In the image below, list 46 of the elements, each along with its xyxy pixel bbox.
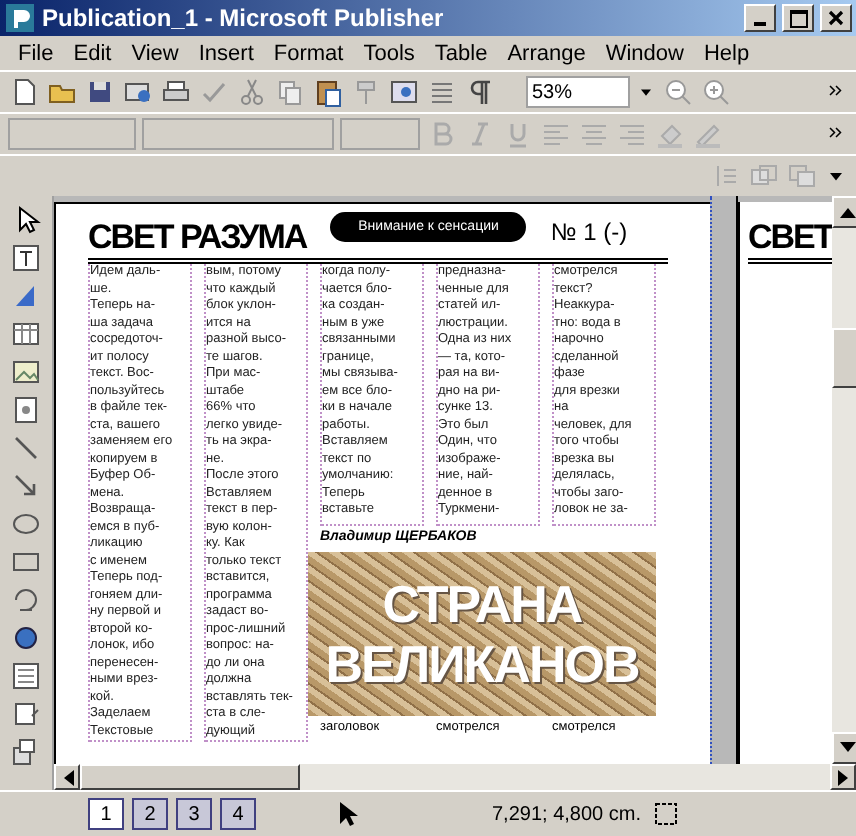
maximize-icon [789, 9, 807, 27]
menu-item[interactable]: File [8, 41, 64, 65]
vertical-scrollbar[interactable] [832, 196, 856, 764]
menu-item[interactable]: View [121, 41, 189, 65]
picture-icon[interactable] [388, 76, 420, 108]
scroll-left-icon[interactable] [61, 769, 73, 785]
menu-item[interactable]: Table [424, 41, 498, 65]
page-tab[interactable]: 4 [220, 798, 256, 830]
scroll-down-icon[interactable] [840, 742, 856, 754]
zoom-in-icon[interactable] [700, 76, 732, 108]
minimize-button[interactable] [744, 4, 776, 32]
scroll-right-icon[interactable] [837, 769, 849, 785]
menu-item[interactable]: Help [693, 41, 760, 65]
scroll-thumb[interactable] [80, 764, 300, 790]
picture-frame-icon[interactable] [10, 356, 42, 388]
horizontal-scrollbar[interactable] [54, 764, 856, 790]
menu-item[interactable]: Arrange [497, 41, 596, 65]
oval-icon[interactable] [10, 508, 42, 540]
menu-item[interactable]: Edit [63, 41, 122, 65]
close-button[interactable] [820, 4, 852, 32]
page-tab[interactable]: 1 [88, 798, 124, 830]
cursor-position: 7,291; 4,800 cm. [492, 803, 641, 825]
headline: СТРАНА [382, 573, 582, 633]
app-icon [4, 2, 36, 34]
scroll-up-icon[interactable] [840, 206, 856, 218]
paste-icon[interactable] [312, 76, 344, 108]
masthead: СВЕТ РАЗУМА [88, 218, 307, 258]
close-icon [828, 10, 844, 26]
maximize-button[interactable] [782, 4, 814, 32]
menu-item[interactable]: Insert [188, 41, 264, 65]
scroll-thumb[interactable] [832, 328, 856, 388]
headline: ВЕЛИКАНОВ [325, 633, 639, 693]
page-tab[interactable]: 2 [132, 798, 168, 830]
page-tab[interactable]: 3 [176, 798, 212, 830]
issue-number: № 1 (-) [550, 218, 628, 246]
table-icon[interactable] [10, 318, 42, 350]
menu-item[interactable]: Window [595, 41, 694, 65]
autoshapes-icon[interactable] [10, 584, 42, 616]
text-box-icon[interactable] [10, 242, 42, 274]
save-icon[interactable] [84, 76, 116, 108]
line-icon[interactable] [10, 432, 42, 464]
menu-item[interactable]: Tools [353, 41, 425, 65]
window-title: Publication_1 - Microsoft Publisher [42, 4, 446, 32]
menu-item[interactable]: Format [263, 41, 354, 65]
object-size-icon [649, 798, 681, 830]
zoom-field[interactable]: 53% [526, 76, 630, 108]
